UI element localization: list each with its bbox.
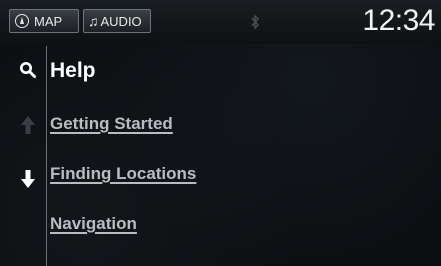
help-item-finding-locations[interactable]: Finding Locations xyxy=(50,164,196,184)
music-note-icon: ♫ xyxy=(88,13,99,29)
help-item-getting-started[interactable]: Getting Started xyxy=(50,114,173,134)
search-icon[interactable] xyxy=(19,61,37,79)
status-bar: MAP ♫ AUDIO 12:34 xyxy=(0,0,441,44)
scroll-up-arrow-icon[interactable] xyxy=(20,115,36,135)
compass-icon xyxy=(15,14,29,28)
map-button[interactable]: MAP xyxy=(9,9,79,33)
page-title: Help xyxy=(50,59,96,82)
sidebar-divider xyxy=(46,46,47,266)
map-button-label: MAP xyxy=(34,13,63,29)
audio-button-label: AUDIO xyxy=(100,13,142,29)
bluetooth-icon xyxy=(251,14,259,30)
clock: 12:34 xyxy=(362,4,435,37)
help-item-navigation[interactable]: Navigation xyxy=(50,214,137,234)
nav-screen: MAP ♫ AUDIO 12:34 Help Getting Started F… xyxy=(0,0,441,266)
scroll-down-arrow-icon[interactable] xyxy=(20,169,36,189)
audio-button[interactable]: ♫ AUDIO xyxy=(83,9,151,33)
